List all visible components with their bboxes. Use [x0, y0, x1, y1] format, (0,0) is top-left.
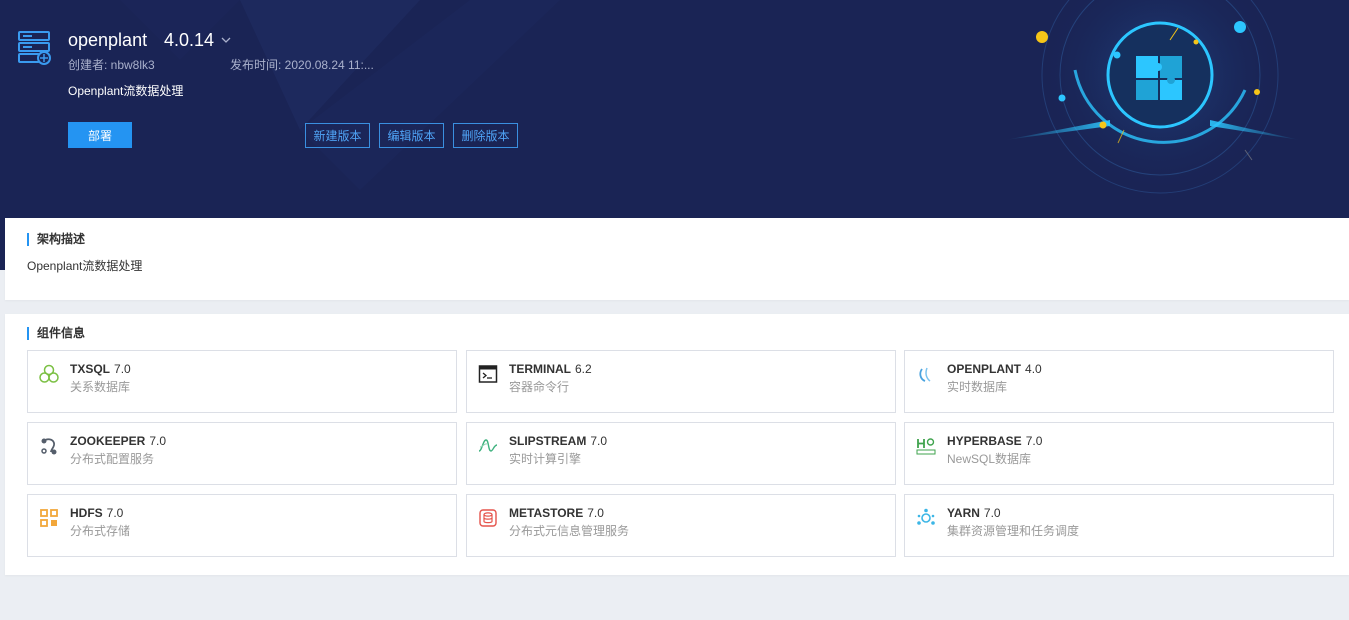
new-version-button[interactable]: 新建版本	[305, 123, 370, 148]
component-desc: 分布式元信息管理服务	[509, 524, 630, 538]
txsql-icon	[39, 364, 59, 383]
openplant-icon	[919, 367, 931, 382]
puzzle-icon	[1005, 0, 1300, 195]
component-version: 7.0	[106, 506, 124, 520]
terminal-icon	[478, 365, 498, 383]
metastore-icon	[479, 509, 497, 527]
server-icon	[18, 31, 51, 65]
component-desc: 实时计算引擎	[509, 452, 582, 466]
component-name: TXSQL 7.0	[70, 362, 131, 376]
components-card: 组件信息 TXSQL 7.0 关系数据库 TERMINAL 6.2 容器命令行 OP…	[5, 314, 1349, 575]
component-desc: 分布式存储	[70, 524, 131, 538]
component-version: 6.2	[575, 362, 592, 376]
component-desc: NewSQL数据库	[947, 452, 1032, 466]
component-desc: 容器命令行	[509, 380, 570, 394]
yarn-icon	[917, 508, 935, 525]
component-card-hyperbase[interactable]: HYPERBASE 7.0 NewSQL数据库	[904, 422, 1334, 485]
component-name: YARN 7.0	[947, 506, 1001, 520]
component-name: HDFS 7.0	[70, 506, 124, 520]
version-selector[interactable]: 4.0.14	[164, 30, 214, 51]
component-version: 4.0	[1025, 362, 1042, 376]
component-card-yarn[interactable]: YARN 7.0 集群资源管理和任务调度	[904, 494, 1334, 557]
app-description: Openplant流数据处理	[68, 84, 184, 98]
component-name: TERMINAL 6.2	[509, 362, 592, 376]
architecture-card: 架构描述 Openplant流数据处理	[5, 218, 1349, 300]
app-name: openplant	[68, 30, 148, 50]
component-card-txsql[interactable]: TXSQL 7.0 关系数据库	[27, 350, 457, 413]
component-card-zookeeper[interactable]: ZOOKEEPER 7.0 分布式配置服务	[27, 422, 457, 485]
component-card-metastore[interactable]: METASTORE 7.0 分布式元信息管理服务	[466, 494, 896, 557]
component-desc: 实时数据库	[947, 380, 1008, 394]
component-card-slipstream[interactable]: SLIPSTREAM 7.0 实时计算引擎	[466, 422, 896, 485]
component-name: OPENPLANT 4.0	[947, 362, 1042, 376]
component-name: METASTORE 7.0	[509, 506, 604, 520]
publish-time-text: 发布时间: 2020.08.24 11:...	[230, 58, 374, 72]
component-version: 7.0	[590, 434, 608, 448]
architecture-title: 架构描述	[27, 233, 85, 246]
hdfs-icon	[40, 509, 58, 527]
component-card-hdfs[interactable]: HDFS 7.0 分布式存储	[27, 494, 457, 557]
component-card-terminal[interactable]: TERMINAL 6.2 容器命令行	[466, 350, 896, 413]
creator-text: 创建者: nbw8lk3	[68, 58, 155, 72]
component-card-openplant[interactable]: OPENPLANT 4.0 实时数据库	[904, 350, 1334, 413]
deploy-button[interactable]: 部署	[68, 122, 132, 148]
component-name: ZOOKEEPER 7.0	[70, 434, 167, 448]
component-version: 7.0	[114, 362, 131, 376]
component-version: 7.0	[1025, 434, 1043, 448]
zookeeper-icon	[41, 438, 57, 455]
component-desc: 关系数据库	[70, 380, 131, 394]
component-desc: 集群资源管理和任务调度	[947, 524, 1080, 538]
component-version: 7.0	[149, 434, 167, 448]
edit-version-button[interactable]: 编辑版本	[379, 123, 444, 148]
component-name: HYPERBASE 7.0	[947, 434, 1043, 448]
delete-version-button[interactable]: 删除版本	[453, 123, 518, 148]
architecture-description: Openplant流数据处理	[27, 259, 143, 273]
component-desc: 分布式配置服务	[70, 452, 155, 466]
slipstream-icon	[478, 439, 498, 452]
component-name: SLIPSTREAM 7.0	[509, 434, 608, 448]
component-version: 7.0	[983, 506, 1001, 520]
component-version: 7.0	[587, 506, 604, 520]
components-title: 组件信息	[27, 327, 85, 340]
hyperbase-icon	[916, 438, 936, 455]
chevron-down-icon[interactable]	[220, 34, 232, 46]
